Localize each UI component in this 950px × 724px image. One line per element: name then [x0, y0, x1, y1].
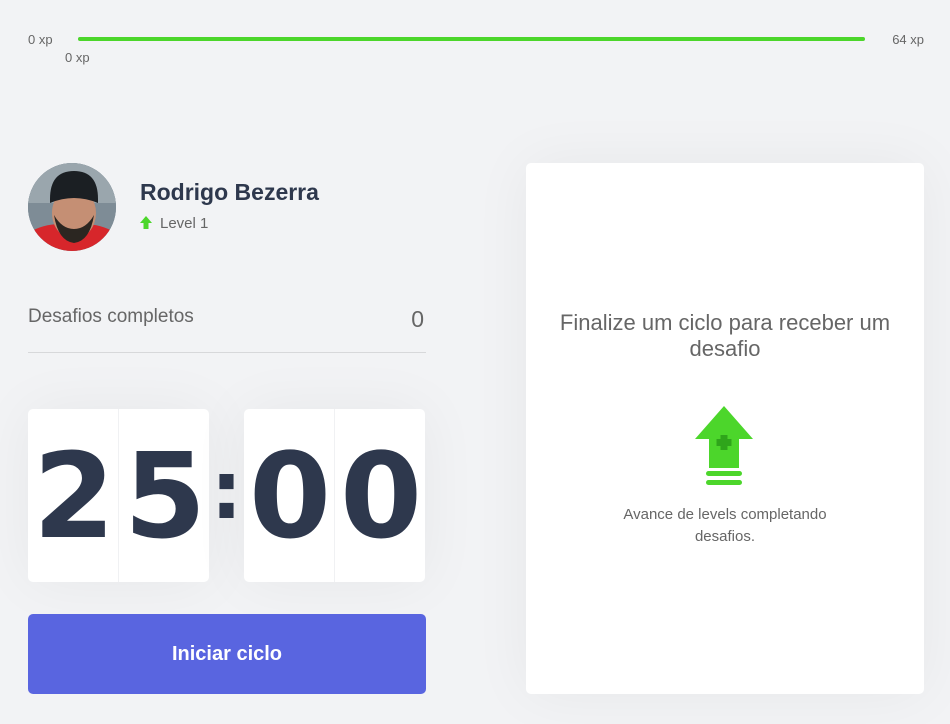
minute-tens-digit: 2 — [32, 426, 115, 565]
level-up-icon — [694, 406, 754, 488]
completed-challenges-count: 0 — [411, 306, 424, 332]
start-cycle-button[interactable]: Iniciar ciclo — [28, 614, 426, 694]
level-up-arrow-icon — [140, 215, 152, 232]
countdown: 2 5 : 0 0 — [28, 409, 426, 582]
avatar — [28, 163, 116, 251]
xp-current-label: 0 xp — [65, 50, 90, 65]
profile-name: Rodrigo Bezerra — [140, 179, 319, 205]
second-ones-digit: 0 — [334, 409, 425, 582]
completed-challenges-label: Desafios completos — [28, 306, 194, 327]
level-label: Level 1 — [160, 215, 209, 232]
completed-challenges: Desafios completos 0 — [28, 306, 426, 353]
minute-ones-digit: 5 — [118, 409, 209, 582]
level-row: Level 1 — [140, 215, 208, 232]
xp-progress-fill — [78, 37, 865, 41]
second-tens-digit: 0 — [248, 426, 331, 565]
countdown-seconds: 0 0 — [244, 409, 425, 582]
challenge-box: Finalize um ciclo para receber um desafi… — [526, 163, 924, 694]
countdown-separator: : — [210, 444, 243, 537]
xp-progress-bar — [78, 37, 865, 41]
challenge-description: Avance de levels completando desafios. — [623, 506, 827, 545]
challenge-title: Finalize um ciclo para receber um desafi… — [559, 310, 891, 361]
xp-max-label: 64 xp — [892, 32, 924, 47]
xp-min-label: 0 xp — [28, 32, 53, 47]
countdown-minutes: 2 5 — [28, 409, 209, 582]
